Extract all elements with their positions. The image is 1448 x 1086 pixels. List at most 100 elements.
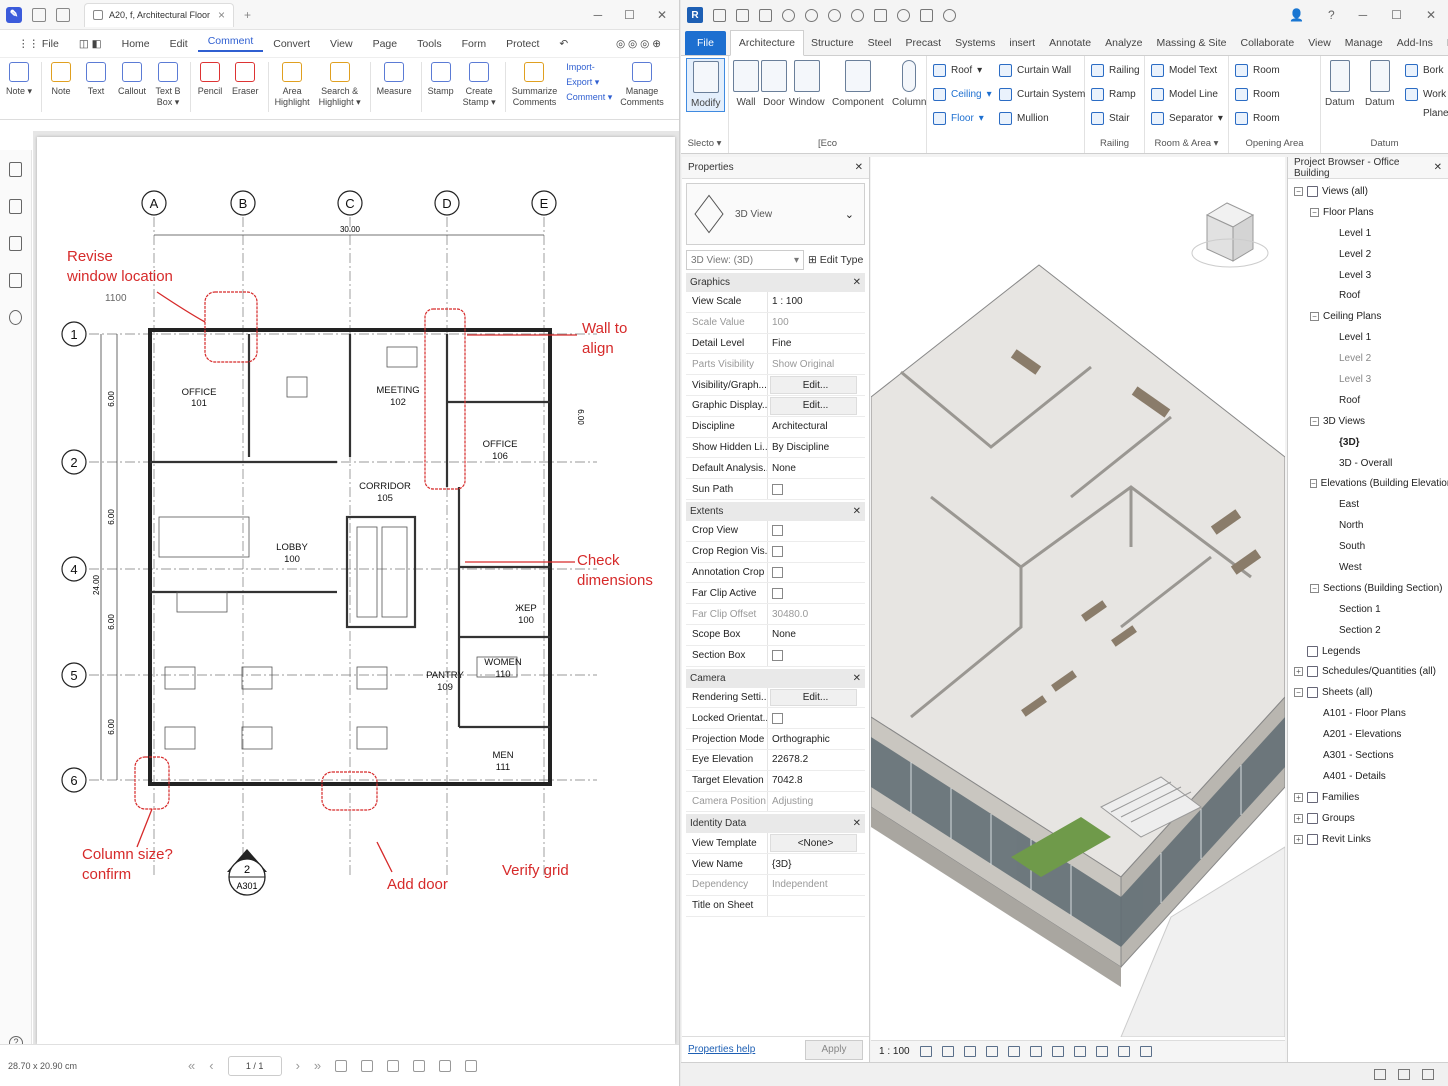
browser-tree-item[interactable]: − Ceiling Plans xyxy=(1290,306,1448,327)
maximize-icon[interactable]: ☐ xyxy=(624,8,635,22)
collapse-icon[interactable]: − xyxy=(1310,207,1319,217)
browser-tree-item[interactable]: Level 1 xyxy=(1290,327,1448,348)
set-button[interactable]: Bork xyxy=(1405,64,1444,77)
property-value[interactable] xyxy=(768,896,865,916)
modify-button[interactable]: Modify xyxy=(686,58,726,112)
minimize-icon[interactable]: ─ xyxy=(1359,8,1368,22)
stair-button[interactable]: Stair xyxy=(1091,112,1130,125)
browser-tree-item[interactable]: A401 - Details xyxy=(1290,766,1448,787)
apply-button[interactable]: Apply xyxy=(805,1039,863,1060)
railing-button[interactable]: Railing xyxy=(1091,64,1140,77)
datum-2-button[interactable]: Datum xyxy=(1365,60,1394,108)
import-button[interactable]: Import- xyxy=(566,62,595,73)
markup-revise[interactable]: Revise xyxy=(67,248,113,265)
model-text-button[interactable]: Model Text xyxy=(1151,64,1217,77)
revit-logo-icon[interactable]: R xyxy=(687,7,703,23)
menu-page[interactable]: Page xyxy=(363,38,408,50)
property-checkbox-cell[interactable] xyxy=(768,563,865,583)
section-icon[interactable] xyxy=(920,8,933,22)
tab-modify[interactable]: Modify xyxy=(1440,37,1448,55)
browser-tree-item[interactable]: Roof xyxy=(1290,390,1448,411)
minimize-icon[interactable]: ─ xyxy=(594,8,603,22)
tab-view[interactable]: View xyxy=(1301,37,1338,55)
visual-style-icon[interactable] xyxy=(941,1046,954,1057)
markup-check[interactable]: Check xyxy=(577,552,620,569)
column-button[interactable]: Column xyxy=(892,60,926,108)
note-button[interactable]: Note xyxy=(48,62,74,97)
thin-lines-icon[interactable] xyxy=(943,8,956,22)
property-checkbox-cell[interactable] xyxy=(768,708,865,728)
fit-page-icon[interactable] xyxy=(413,1059,426,1072)
tab-steel[interactable]: Steel xyxy=(861,37,899,55)
measure-button[interactable]: Measure xyxy=(377,62,412,97)
panel-select-label[interactable]: Slecto ▾ xyxy=(681,138,728,149)
ramp-button[interactable]: Ramp xyxy=(1091,88,1136,101)
property-value[interactable]: By Discipline xyxy=(768,438,865,458)
property-checkbox[interactable] xyxy=(772,650,783,662)
property-checkbox-cell[interactable] xyxy=(768,542,865,562)
tab-annotate[interactable]: Annotate xyxy=(1042,37,1098,55)
property-edit-button[interactable]: Edit... xyxy=(770,396,857,415)
property-value[interactable]: None xyxy=(768,458,865,478)
tab-systems[interactable]: Systems xyxy=(948,37,1002,55)
property-checkbox[interactable] xyxy=(772,566,783,578)
last-page-icon[interactable]: » xyxy=(314,1058,321,1073)
tab-insert[interactable]: insert xyxy=(1002,37,1042,55)
collapse-icon[interactable]: − xyxy=(1310,479,1317,489)
collapse-group-icon[interactable]: ✕ xyxy=(853,506,861,517)
browser-tree-item[interactable]: Section 1 xyxy=(1290,599,1448,620)
detail-level-icon[interactable] xyxy=(919,1046,932,1057)
browser-tree-item[interactable]: − Sections (Building Section) xyxy=(1290,578,1448,599)
tab-analyze[interactable]: Analyze xyxy=(1098,37,1149,55)
property-value[interactable]: None xyxy=(768,625,865,645)
browser-tree-item[interactable]: − Views (all) xyxy=(1290,181,1448,202)
curtain-system-button[interactable]: Curtain System xyxy=(999,88,1085,101)
browser-tree-item[interactable]: 3D - Overall xyxy=(1290,453,1448,474)
property-group-header[interactable]: Camera ✕ xyxy=(686,668,865,688)
text-button[interactable]: Text xyxy=(83,62,109,97)
quick-tools-icon[interactable]: ◫ ◧ xyxy=(69,38,112,50)
room-button[interactable]: Room xyxy=(1235,64,1280,77)
single-page-icon[interactable] xyxy=(335,1059,348,1072)
close-tab-icon[interactable]: × xyxy=(218,8,225,22)
view-cube-icon[interactable] xyxy=(1191,202,1269,268)
menu-convert[interactable]: Convert xyxy=(263,38,320,50)
stamp-button[interactable]: Stamp xyxy=(428,62,454,97)
collapse-icon[interactable]: − xyxy=(1294,688,1303,698)
new-doc-icon[interactable] xyxy=(32,7,46,22)
property-edit-button[interactable]: Edit... xyxy=(770,376,857,394)
attachment-icon[interactable] xyxy=(9,236,22,251)
menu-view[interactable]: View xyxy=(320,38,363,50)
browser-tree-item[interactable]: − Elevations (Building Elevation) xyxy=(1290,473,1448,494)
summarize-comments-button[interactable]: Summarize Comments xyxy=(512,62,557,108)
browser-tree-item[interactable]: Level 1 xyxy=(1290,223,1448,244)
show-crop-icon[interactable] xyxy=(1051,1046,1064,1057)
property-group-header[interactable]: Extents ✕ xyxy=(686,501,865,521)
wall-button[interactable]: Wall xyxy=(733,60,759,108)
crop-view-icon[interactable] xyxy=(1029,1046,1042,1057)
property-edit-button[interactable]: <None> xyxy=(770,834,857,853)
bookmark-outline-icon[interactable] xyxy=(9,199,22,214)
browser-tree-item[interactable]: Level 3 xyxy=(1290,369,1448,390)
property-checkbox[interactable] xyxy=(772,546,783,558)
manage-comments-button[interactable]: Manage Comments xyxy=(620,62,664,108)
datum-button[interactable]: Datum xyxy=(1325,60,1354,108)
sync-icon[interactable] xyxy=(759,8,772,22)
tab-add-ins[interactable]: Add-Ins xyxy=(1390,37,1440,55)
component-button[interactable]: Component xyxy=(832,60,884,108)
roof-button[interactable]: Roof ▾ xyxy=(933,64,982,77)
ceiling-button[interactable]: Ceiling ▾ xyxy=(933,88,992,101)
maximize-icon[interactable]: ☐ xyxy=(1391,8,1402,22)
next-page-icon[interactable]: › xyxy=(296,1058,300,1073)
property-checkbox-cell[interactable] xyxy=(768,646,865,666)
zoom-icon[interactable] xyxy=(465,1059,478,1072)
menu-protect[interactable]: Protect xyxy=(496,38,549,50)
temporary-hide-icon[interactable] xyxy=(1095,1046,1108,1057)
rotate-icon[interactable] xyxy=(439,1059,452,1072)
redo-icon[interactable] xyxy=(805,8,818,22)
property-checkbox[interactable] xyxy=(772,525,783,537)
selection-filter-icon[interactable] xyxy=(1398,1069,1410,1080)
expand-icon[interactable]: + xyxy=(1294,792,1303,802)
property-checkbox[interactable] xyxy=(772,483,783,495)
property-value[interactable]: 22678.2 xyxy=(768,750,865,770)
